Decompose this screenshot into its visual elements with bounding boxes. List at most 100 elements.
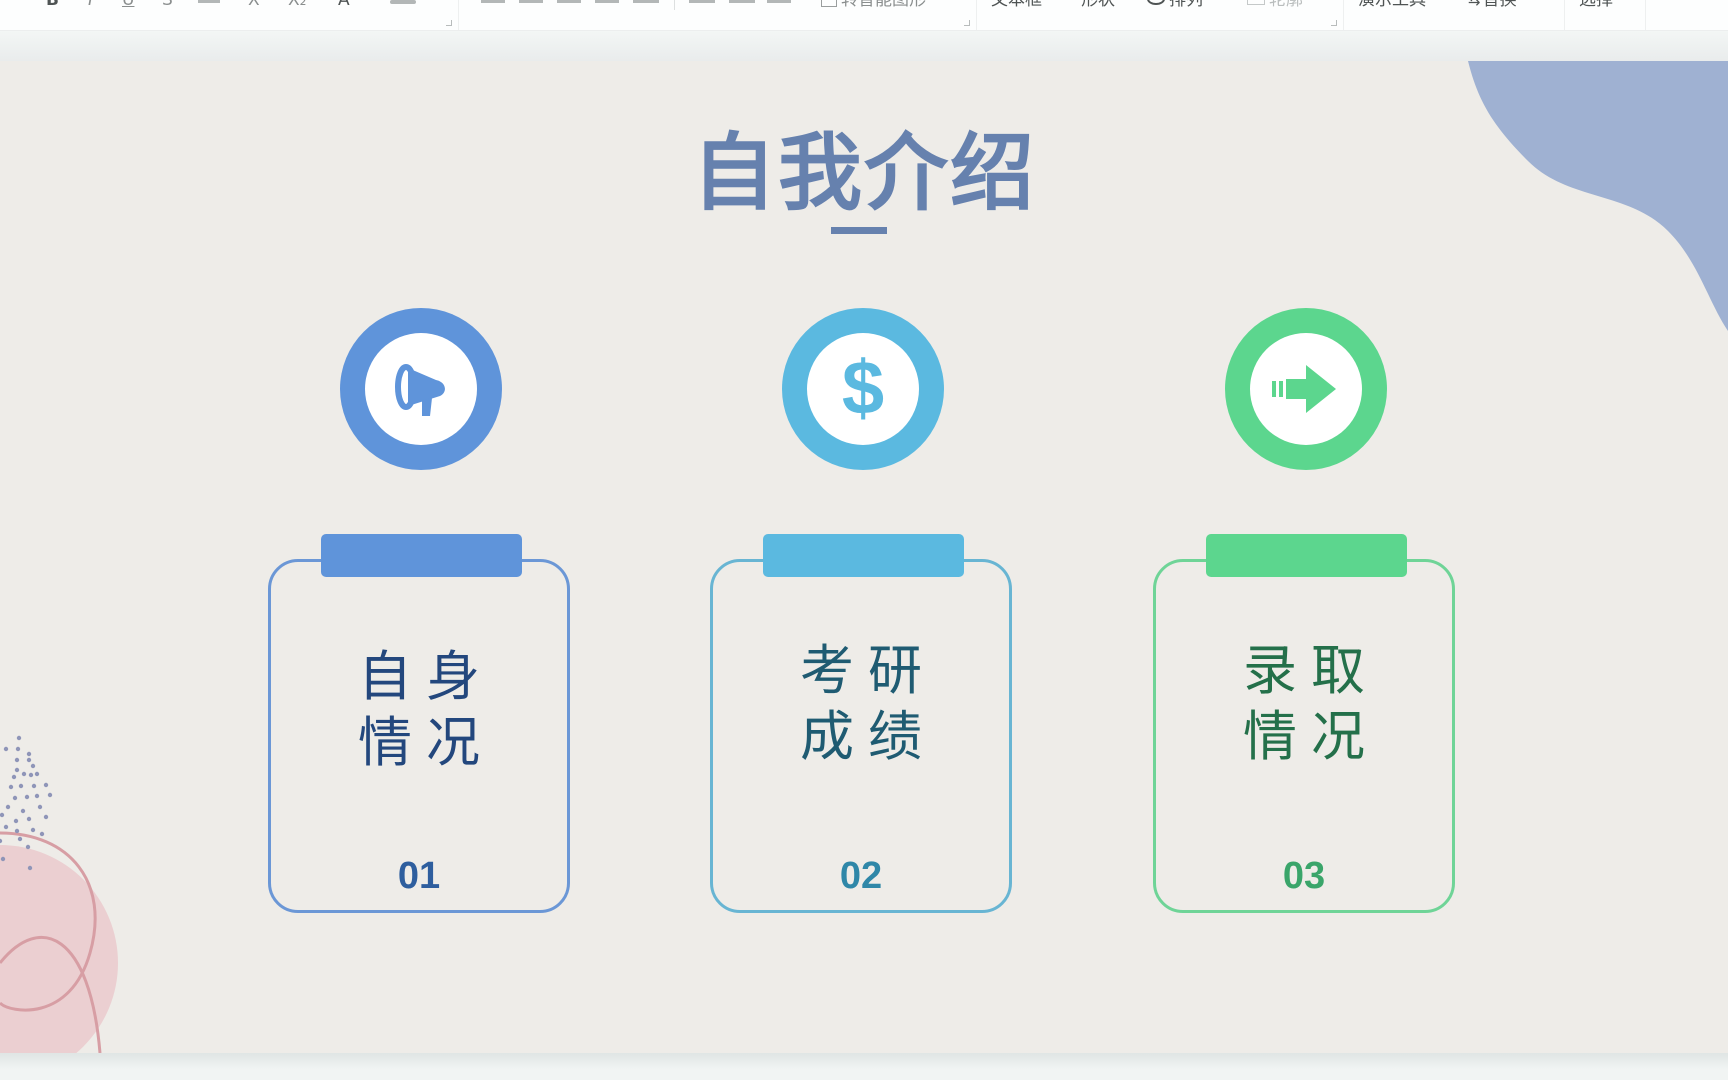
arrange-button[interactable]: 排列 [1147,0,1203,9]
underline-icon[interactable]: U [122,0,134,9]
decorative-dot [5,804,11,810]
ribbon-group-font: B I U S X X₂ A [28,0,459,30]
card-title: 录取 情况 [1156,638,1452,770]
card-title-line-1: 自身 [358,645,494,708]
decorative-dot [17,836,23,842]
distribute-icon[interactable] [633,0,659,3]
italic-icon[interactable]: I [88,0,93,9]
smart-art-button[interactable]: 转智能图形 [821,0,926,9]
decorative-dot [30,763,36,769]
decrease-indent-icon[interactable] [767,0,791,3]
outline-icon [1247,0,1265,5]
bold-icon[interactable]: B [46,0,59,9]
decorative-dot [15,746,21,752]
decorative-dot [26,816,32,822]
decorative-dot [16,735,22,741]
card-title: 考研 成绩 [713,638,1009,770]
card-number: 03 [1282,855,1326,897]
decorative-dot [18,783,24,789]
card-title-line-2: 成绩 [800,705,936,768]
shape-button[interactable]: 形状 [1081,0,1115,9]
slide-canvas[interactable]: 自我介绍 $ 自身 情况 01 考研 成绩 02 录取 情况 03 [0,61,1728,1053]
decorative-blob-pink [0,735,118,1053]
decorative-dot [34,793,40,799]
ribbon-group-insert: 文本框 形状 排列 轮廓 [977,0,1344,30]
dollar-icon: $ [841,346,885,431]
decorative-dot [27,865,33,871]
decorative-dot [47,792,53,798]
decorative-dot [14,828,20,834]
card-01-icon-circle[interactable] [340,308,502,470]
align-right-icon[interactable] [557,0,581,3]
increase-indent-icon[interactable] [729,0,755,3]
align-center-icon[interactable] [519,0,543,3]
highlight-icon[interactable] [198,0,220,3]
card-02-icon-circle[interactable]: $ [782,308,944,470]
decorative-dot [25,844,31,850]
title-underline [831,227,887,234]
superscript-icon[interactable]: X [248,0,260,9]
decorative-dot [30,827,36,833]
card-title-line-2: 情况 [358,711,494,774]
align-left-icon[interactable] [481,0,505,3]
arrow-right-icon [1272,365,1336,413]
smart-art-label: 转智能图形 [841,0,926,10]
card-03-icon-circle[interactable] [1225,308,1387,470]
smart-art-icon [821,0,837,7]
ribbon-group-select: 选择 [1565,0,1646,30]
outline-button[interactable]: 轮廓 [1247,0,1303,9]
font-color-icon[interactable]: A [338,0,350,9]
card-title-line-1: 考研 [800,639,936,702]
card-title: 自身 情况 [271,644,567,776]
workspace-gap [0,31,1728,61]
decorative-dot [26,751,32,757]
decorative-dot [34,771,40,777]
decorative-dot [3,824,9,830]
textbox-button[interactable]: 文本框 [991,0,1042,9]
replace-label: 替换 [1482,0,1517,10]
card-03[interactable]: 录取 情况 03 [1153,534,1455,913]
line-spacing-icon[interactable] [689,0,715,3]
arrange-icon [1147,0,1165,5]
card-tab [321,534,522,577]
card-tab [763,534,964,577]
ribbon-group-tools: 演示工具 ⇆ 替换 [1344,0,1565,30]
font-dialog-launcher[interactable] [446,20,452,26]
decorative-dot [12,795,18,801]
insert-dialog-launcher[interactable] [1331,20,1337,26]
decorative-dot [24,794,30,800]
select-button[interactable]: 选择 [1579,0,1613,9]
subscript-icon[interactable]: X₂ [288,0,306,9]
decorative-dot [21,771,27,777]
megaphone-icon [395,364,445,416]
card-title-line-2: 情况 [1243,705,1379,768]
card-tab [1206,534,1407,577]
card-01[interactable]: 自身 情况 01 [268,534,570,913]
card-number: 01 [397,855,441,897]
arrange-label: 排列 [1169,0,1203,10]
decorative-dot [14,757,20,763]
decorative-dot [28,772,34,778]
ribbon-toolbar: B I U S X X₂ A 转智能图形 文本框 形状 排列 轮廓 演示工具 ⇆… [0,0,1728,31]
outline-label: 轮廓 [1269,0,1303,10]
separator [674,0,675,10]
decorative-dot [8,784,14,790]
icon-inner-disc [365,333,477,445]
justify-icon[interactable] [595,0,619,3]
workspace-bottom [0,1053,1728,1080]
decorative-dot [13,818,19,824]
icon-inner-disc: $ [807,333,919,445]
ribbon-group-paragraph: 转智能图形 [459,0,977,30]
decorative-dot [26,757,32,763]
decorative-dot [3,746,9,752]
strikethrough-icon[interactable]: S [162,0,173,9]
decorative-dot [31,783,37,789]
slide-title[interactable]: 自我介绍 [0,118,1728,228]
paragraph-dialog-launcher[interactable] [964,20,970,26]
replace-button[interactable]: ⇆ 替换 [1468,0,1517,9]
decorative-dot [43,814,49,820]
card-number: 02 [839,855,883,897]
text-fill-icon[interactable] [390,0,416,4]
card-02[interactable]: 考研 成绩 02 [710,534,1012,913]
presentation-tools-button[interactable]: 演示工具 [1358,0,1426,9]
